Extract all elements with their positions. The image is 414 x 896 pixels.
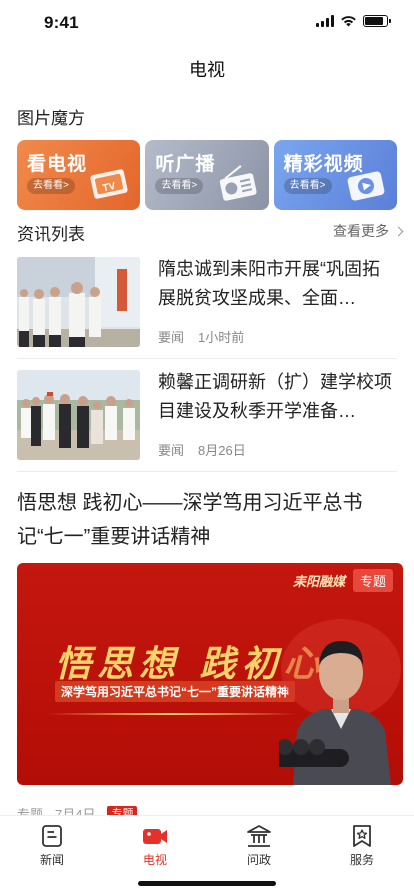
watch-tv-card[interactable]: 看电视 去看看> TV xyxy=(17,140,141,210)
news-time: 8月26日 xyxy=(198,443,246,458)
news-thumbnail xyxy=(17,370,140,460)
tab-service[interactable]: 服务 xyxy=(327,824,397,868)
news-icon xyxy=(42,825,62,847)
status-icons xyxy=(316,15,391,27)
wifi-icon xyxy=(341,16,356,27)
banner-subtitle: 深学笃用习近平总书记“七一”重要讲话精神 xyxy=(55,681,296,702)
card-title: 听广播 xyxy=(155,154,216,175)
divider xyxy=(17,471,397,472)
news-title: 隋忠诚到耒阳市开展“巩固拓展脱贫攻坚成果、全面… xyxy=(158,259,380,308)
card-title: 看电视 xyxy=(27,154,88,175)
news-list-title: 资讯列表 xyxy=(17,225,85,244)
status-bar: 9:41 xyxy=(0,0,414,46)
news-item[interactable]: 隋忠诚到耒阳市开展“巩固拓展脱贫攻坚成果、全面… 要闻 1小时前 xyxy=(17,257,397,347)
chevron-right-icon xyxy=(393,226,404,236)
radio-icon xyxy=(219,165,257,201)
go-see-button[interactable]: 去看看> xyxy=(155,178,204,194)
video-icon xyxy=(347,171,385,201)
banner-brand-logo: 耒阳融媒 xyxy=(293,575,346,590)
feature-banner[interactable]: 耒阳融媒 专题 悟思想 践初心 深学笃用习近平总书记“七一”重要讲话精神 xyxy=(17,563,403,785)
battery-icon xyxy=(363,15,391,27)
tab-label: 新闻 xyxy=(39,853,64,867)
tv-icon: TV xyxy=(90,169,128,199)
service-star-icon xyxy=(353,825,371,847)
news-category: 要闻 xyxy=(158,330,185,345)
battery-level xyxy=(365,17,383,25)
government-icon xyxy=(247,825,271,847)
tab-inquiry[interactable]: 问政 xyxy=(224,824,294,868)
news-thumbnail xyxy=(17,257,140,347)
status-time: 9:41 xyxy=(44,13,79,32)
tab-label: 问政 xyxy=(246,853,271,867)
divider xyxy=(17,358,397,359)
feature-title[interactable]: 悟思想 践初心——深学笃用习近平总书记“七一”重要讲话精神 xyxy=(17,486,397,554)
see-more-label: 查看更多 xyxy=(333,223,389,239)
tab-label: 服务 xyxy=(349,853,374,867)
banner-tag: 专题 xyxy=(352,569,393,592)
go-see-button[interactable]: 去看看> xyxy=(283,178,332,194)
listen-radio-card[interactable]: 听广播 去看看> xyxy=(145,140,269,210)
cellular-signal-icon xyxy=(316,15,334,27)
see-more-link[interactable]: 查看更多 xyxy=(333,221,404,241)
news-title: 赖馨正调研新（扩）建学校项目建设及秋季开学准备… xyxy=(158,372,392,421)
magic-cube-title: 图片魔方 xyxy=(17,109,85,128)
tab-label: 电视 xyxy=(142,853,167,867)
magic-cube-row: 看电视 去看看> TV 听广播 去看看> 精彩视频 去看看> xyxy=(17,140,397,210)
home-indicator xyxy=(138,881,276,886)
featured-video-card[interactable]: 精彩视频 去看看> xyxy=(273,140,397,210)
tab-tv[interactable]: 电视 xyxy=(120,824,190,868)
page-title: 电视 xyxy=(189,60,225,80)
speaker-portrait xyxy=(279,619,401,785)
tab-news[interactable]: 新闻 xyxy=(17,824,87,868)
news-meta: 要闻 1小时前 xyxy=(158,327,244,346)
news-meta: 要闻 8月26日 xyxy=(158,440,246,459)
banner-divider-line xyxy=(47,713,297,715)
news-item[interactable]: 赖馨正调研新（扩）建学校项目建设及秋季开学准备… 要闻 8月26日 xyxy=(17,370,397,460)
go-see-button[interactable]: 去看看> xyxy=(27,178,75,194)
news-time: 1小时前 xyxy=(198,330,245,345)
news-category: 要闻 xyxy=(158,443,185,458)
tv-camera-icon xyxy=(143,829,167,844)
